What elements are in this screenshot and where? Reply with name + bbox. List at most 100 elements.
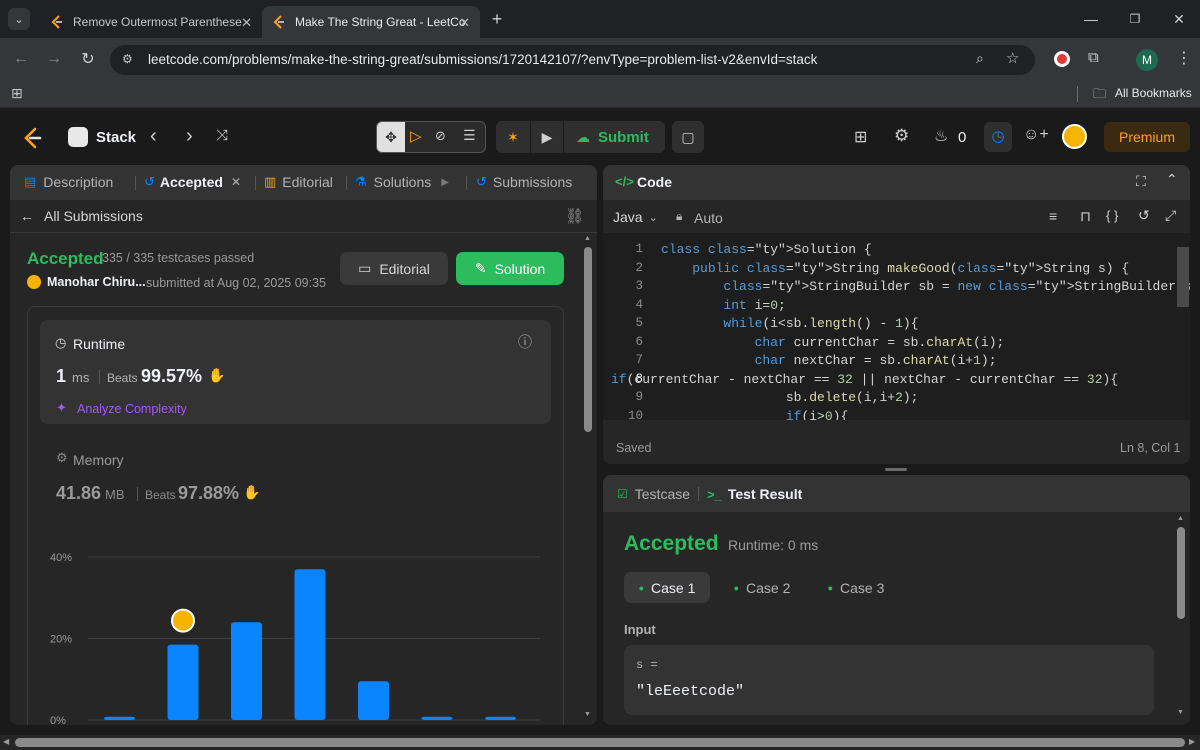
url-text[interactable]: leetcode.com/problems/make-the-string-gr… bbox=[148, 52, 817, 67]
tab-accepted[interactable]: ↺ Accepted ✕ bbox=[144, 174, 241, 190]
shuffle-icon[interactable]: ⤨ bbox=[216, 127, 228, 144]
back-to-submissions[interactable]: ← All Submissions bbox=[20, 208, 143, 224]
code-line[interactable]: if(currentChar - nextChar == 32 || nextC… bbox=[611, 372, 1118, 391]
scroll-down-icon[interactable]: ▼ bbox=[584, 711, 591, 718]
chart-bar[interactable] bbox=[358, 681, 389, 720]
analyze-complexity-link[interactable]: Analyze Complexity bbox=[77, 402, 187, 416]
language-select[interactable]: Java ⌄ bbox=[613, 209, 658, 225]
profile-avatar[interactable]: M bbox=[1136, 49, 1158, 71]
run-button[interactable]: ▶ bbox=[531, 121, 563, 153]
debug-button[interactable]: ✶ bbox=[496, 121, 530, 153]
expand-icon[interactable]: ⤢ bbox=[1165, 207, 1176, 224]
close-tab-icon[interactable]: ✕ bbox=[241, 15, 252, 31]
panel-resize-handle[interactable] bbox=[885, 468, 907, 471]
leetcode-logo-icon[interactable] bbox=[20, 126, 44, 155]
browser-tab-make-string-great[interactable]: Make The String Great - LeetCo ✕ bbox=[262, 6, 480, 38]
maximize-icon[interactable]: ⛶ bbox=[1136, 173, 1146, 190]
result-scrollbar-thumb[interactable] bbox=[1177, 527, 1185, 619]
format-icon[interactable]: ≡ bbox=[1049, 208, 1057, 224]
minimize-icon[interactable]: — bbox=[1080, 8, 1102, 30]
next-problem-icon[interactable]: › bbox=[186, 125, 193, 148]
bookmark-icon[interactable]: ⊓ bbox=[1080, 208, 1091, 225]
tab-testcase[interactable]: ☑ Testcase bbox=[617, 486, 690, 502]
runtime-card[interactable]: ◷ Runtime ⓘ 1 ms Beats 99.57% ✋ ✦ Analyz… bbox=[40, 320, 551, 424]
chart-bar[interactable] bbox=[485, 716, 516, 720]
reset-icon[interactable]: ↺ bbox=[1138, 207, 1150, 224]
submitter-avatar[interactable] bbox=[27, 275, 41, 289]
settings-sliders-icon[interactable]: ☰ bbox=[463, 127, 476, 144]
layout-grid-icon[interactable]: ⊞ bbox=[854, 127, 867, 147]
case-tab-1[interactable]: ● Case 1 bbox=[624, 572, 710, 603]
result-scrollbar-track[interactable]: ▲ ▼ bbox=[1177, 515, 1185, 720]
apps-grid-icon[interactable]: ⊞ bbox=[11, 85, 23, 102]
hide-icon[interactable]: ⊘ bbox=[435, 128, 446, 144]
scroll-right-icon[interactable]: ▶ bbox=[1189, 737, 1195, 746]
scroll-up-icon[interactable]: ▲ bbox=[584, 235, 591, 242]
code-line[interactable]: char nextChar = sb.charAt(i+1); bbox=[661, 353, 997, 372]
page-scrollbar-thumb[interactable] bbox=[15, 738, 1185, 747]
chart-bar[interactable] bbox=[231, 622, 262, 720]
zoom-icon[interactable]: ⌕ bbox=[976, 50, 984, 67]
editorial-button[interactable]: ▭ Editorial bbox=[340, 252, 448, 285]
premium-button[interactable]: Premium bbox=[1104, 122, 1190, 152]
back-icon[interactable]: ← bbox=[10, 48, 32, 70]
close-window-icon[interactable]: ✕ bbox=[1168, 8, 1190, 30]
submitter-name[interactable]: Manohar Chiru... bbox=[47, 275, 146, 289]
settings-gear-icon[interactable]: ⚙ bbox=[894, 126, 909, 146]
scroll-up-icon[interactable]: ▲ bbox=[1177, 515, 1184, 522]
code-scrollbar-thumb[interactable] bbox=[1177, 247, 1189, 307]
code-line[interactable]: class class="ty">Solution { bbox=[661, 242, 872, 261]
left-scrollbar-thumb[interactable] bbox=[584, 247, 592, 432]
your-submission-avatar[interactable] bbox=[171, 608, 195, 633]
all-bookmarks-link[interactable]: All Bookmarks bbox=[1115, 86, 1192, 100]
code-line[interactable]: char currentChar = sb.charAt(i); bbox=[661, 335, 1005, 354]
streak-fire-icon[interactable]: ♨ bbox=[934, 126, 948, 146]
page-horizontal-scrollbar[interactable]: ◀ ▶ bbox=[0, 735, 1200, 750]
extensions-puzzle-icon[interactable]: ⧉ bbox=[1088, 49, 1099, 66]
share-link-icon[interactable]: ⛓ bbox=[565, 207, 584, 225]
code-line[interactable]: if(i>0){ bbox=[661, 409, 848, 421]
tab-solutions[interactable]: ⚗ Solutions ▶ bbox=[355, 174, 449, 190]
run-outline-icon[interactable]: ▷ bbox=[410, 127, 422, 145]
user-avatar[interactable] bbox=[1062, 124, 1087, 149]
tab-search-chevron-icon[interactable]: ⌄ bbox=[8, 8, 30, 30]
code-line[interactable]: sb.delete(i,i+2); bbox=[661, 390, 919, 409]
notes-button[interactable]: ▢ bbox=[672, 121, 704, 153]
braces-icon[interactable]: { } bbox=[1106, 208, 1118, 223]
chart-bar[interactable] bbox=[421, 716, 453, 720]
site-info-icon[interactable]: ⚙ bbox=[122, 52, 133, 66]
extension-record-icon[interactable] bbox=[1054, 51, 1070, 67]
scroll-down-icon[interactable]: ▼ bbox=[1177, 709, 1184, 716]
tab-editorial[interactable]: ▥ Editorial bbox=[264, 174, 333, 190]
tab-submissions[interactable]: ↺ Submissions bbox=[476, 174, 572, 190]
chart-bar[interactable] bbox=[294, 569, 326, 720]
left-scrollbar-track[interactable]: ▲ ▼ bbox=[584, 235, 592, 723]
restore-icon[interactable]: ❐ bbox=[1124, 8, 1146, 30]
bookmark-star-icon[interactable]: ☆ bbox=[1006, 49, 1019, 67]
code-editor[interactable]: 1 2 3 4 5 6 7 8 9 10 class class="ty">Solution { … bbox=[603, 233, 1190, 420]
browser-tab-remove-outermost[interactable]: Remove Outermost Parenthese ✕ bbox=[40, 6, 262, 38]
new-tab-icon[interactable]: + bbox=[486, 8, 508, 30]
close-tab-icon[interactable]: ✕ bbox=[459, 15, 470, 31]
code-line[interactable]: public class="ty">String makeGood(class=… bbox=[661, 261, 1129, 280]
code-line[interactable]: class="ty">StringBuilder sb = new class=… bbox=[661, 279, 1190, 298]
timer-icon[interactable]: ◷ bbox=[984, 122, 1012, 152]
case-tab-2[interactable]: ● Case 2 bbox=[719, 572, 805, 603]
tab-description[interactable]: ▤ Description bbox=[24, 174, 113, 190]
drag-move-icon[interactable]: ✥ bbox=[377, 122, 405, 152]
add-friend-icon[interactable]: ☺+ bbox=[1023, 126, 1049, 144]
case-tab-3[interactable]: ● Case 3 bbox=[813, 572, 899, 603]
collapse-icon[interactable]: ⌃ bbox=[1166, 171, 1178, 188]
info-icon[interactable]: ⓘ bbox=[518, 332, 532, 352]
submit-button[interactable]: ☁ Submit bbox=[564, 121, 665, 153]
browser-menu-icon[interactable]: ⋮ bbox=[1176, 48, 1192, 68]
forward-icon[interactable]: → bbox=[43, 48, 65, 70]
chart-bar[interactable] bbox=[167, 644, 199, 720]
scroll-left-icon[interactable]: ◀ bbox=[3, 737, 9, 746]
address-bar[interactable]: ⚙ leetcode.com/problems/make-the-string-… bbox=[110, 45, 1035, 75]
close-tab-icon[interactable]: ✕ bbox=[231, 175, 241, 189]
tab-test-result[interactable]: >_ Test Result bbox=[707, 486, 802, 502]
reload-icon[interactable]: ↻ bbox=[77, 48, 99, 70]
problem-list-title[interactable]: Stack bbox=[96, 129, 136, 146]
chart-bar[interactable] bbox=[104, 716, 135, 720]
